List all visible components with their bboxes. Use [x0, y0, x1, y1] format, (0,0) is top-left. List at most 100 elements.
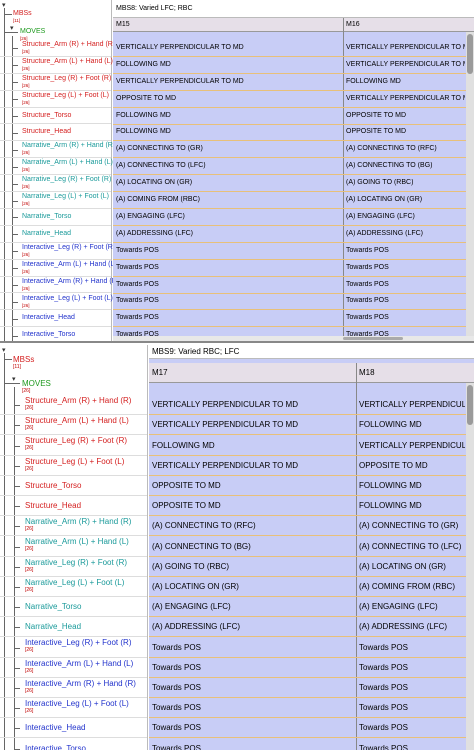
annotation-cell[interactable]: (A) CONNECTING TO (GR): [116, 145, 341, 152]
annotation-cell[interactable]: VERTICALLY PERPENDICULAR TO MD: [346, 44, 465, 51]
root-tier-label[interactable]: MBSs: [13, 10, 32, 17]
annotation-cell[interactable]: (A) GOING TO (RBC): [152, 562, 354, 571]
annotation-cell[interactable]: Towards POS: [359, 643, 465, 652]
annotation-cell[interactable]: (A) ENGAGING (LFC): [359, 602, 465, 611]
tier-label[interactable]: Narrative_Arm (L) + Hand (L): [22, 159, 113, 166]
annotation-cell[interactable]: FOLLOWING MD: [359, 481, 465, 490]
annotation-cell[interactable]: OPPOSITE TO MD: [152, 501, 354, 510]
annotation-cell[interactable]: Towards POS: [346, 264, 465, 271]
segment-label[interactable]: M17: [152, 368, 168, 377]
segment-label[interactable]: M18: [359, 368, 375, 377]
tier-label[interactable]: Narrative_Leg (L) + Foot (L): [25, 578, 124, 587]
annotation-cell[interactable]: (A) LOCATING ON (GR): [152, 582, 354, 591]
segment-ruler[interactable]: M17 M18: [149, 363, 474, 383]
annotation-cell[interactable]: Towards POS: [152, 663, 354, 672]
tier-label[interactable]: Interactive_Leg (R) + Foot (R): [25, 638, 131, 647]
annotation-cell[interactable]: (A) ADDRESSING (LFC): [152, 622, 354, 631]
annotation-cell[interactable]: Towards POS: [116, 281, 341, 288]
annotation-cell[interactable]: FOLLOWING MD: [152, 441, 354, 450]
tier-label[interactable]: Structure_Arm (R) + Hand (R): [22, 41, 115, 48]
collapse-icon[interactable]: ▾: [12, 376, 16, 383]
annotation-cell[interactable]: Towards POS: [152, 643, 354, 652]
annotation-cell[interactable]: OPPOSITE TO MD: [152, 481, 354, 490]
annotation-cell[interactable]: Towards POS: [346, 281, 465, 288]
annotation-cell[interactable]: VERTICALLY PERPENDICULAR TO MD: [116, 78, 341, 85]
annotation-grid[interactable]: MBS8: Varied LFC; RBC M15 M16 VERTICALLY PE…: [113, 0, 474, 341]
annotation-cell[interactable]: Towards POS: [346, 314, 465, 321]
annotation-cell[interactable]: (A) GOING TO (RBC): [346, 179, 465, 186]
annotation-cell[interactable]: VERTICALLY PERPENDICULAR TO MD: [116, 44, 341, 51]
annotation-cell[interactable]: OPPOSITE TO MD: [346, 128, 465, 135]
annotation-cell[interactable]: (A) CONNECTING TO (LFC): [359, 542, 465, 551]
tier-label[interactable]: Structure_Leg (L) + Foot (L): [22, 92, 109, 99]
tier-label[interactable]: Structure_Torso: [22, 112, 71, 119]
tier-label[interactable]: Structure_Arm (R) + Hand (R): [25, 396, 131, 405]
tier-label[interactable]: Narrative_Leg (R) + Foot (R): [25, 558, 127, 567]
scrollbar-thumb[interactable]: [467, 34, 473, 74]
tier-label[interactable]: Interactive_Torso: [25, 744, 86, 750]
annotation-cell[interactable]: Towards POS: [152, 703, 354, 712]
annotation-cell[interactable]: (A) ENGAGING (LFC): [346, 213, 465, 220]
annotation-cell[interactable]: FOLLOWING MD: [116, 61, 341, 68]
annotation-cell[interactable]: Towards POS: [359, 703, 465, 712]
tier-label[interactable]: Narrative_Leg (L) + Foot (L): [22, 193, 109, 200]
tier-label[interactable]: Narrative_Leg (R) + Foot (R): [22, 176, 111, 183]
tier-label[interactable]: Narrative_Arm (R) + Hand (R): [25, 517, 131, 526]
annotation-cell[interactable]: Towards POS: [359, 744, 465, 750]
annotation-cell[interactable]: VERTICALLY PERPENDICULAR TO MD: [346, 61, 465, 68]
annotation-cell[interactable]: OPPOSITE TO MD: [359, 461, 465, 470]
horizontal-scrollbar[interactable]: [113, 336, 474, 341]
annotation-cell[interactable]: FOLLOWING MD: [116, 128, 341, 135]
annotation-cell[interactable]: (A) ADDRESSING (LFC): [359, 622, 465, 631]
annotation-cell[interactable]: VERTICALLY PERPENDICULAR TO MD: [152, 420, 354, 429]
annotation-cell[interactable]: Towards POS: [359, 683, 465, 692]
annotation-cell[interactable]: (A) CONNECTING TO (BG): [346, 162, 465, 169]
annotation-cell[interactable]: Towards POS: [116, 264, 341, 271]
annotation-cell[interactable]: (A) ENGAGING (LFC): [116, 213, 341, 220]
scrollbar-thumb[interactable]: [467, 385, 473, 425]
annotation-cell[interactable]: Towards POS: [346, 297, 465, 304]
tier-label[interactable]: Narrative_Torso: [22, 213, 71, 220]
tier-label[interactable]: Interactive_Leg (R) + Foot (R): [22, 244, 115, 251]
annotation-cell[interactable]: Towards POS: [116, 314, 341, 321]
vertical-scrollbar[interactable]: [466, 383, 474, 750]
tier-label[interactable]: Narrative_Arm (L) + Hand (L): [25, 537, 129, 546]
annotation-cell[interactable]: FOLLOWING MD: [116, 112, 341, 119]
annotation-cell[interactable]: (A) ADDRESSING (LFC): [116, 230, 341, 237]
tier-label[interactable]: Structure_Arm (L) + Hand (L): [22, 58, 113, 65]
annotation-cell[interactable]: VERTICALLY PERPENDICULAR TO MD: [152, 400, 354, 409]
tier-label[interactable]: Interactive_Torso: [22, 331, 75, 338]
annotation-cell[interactable]: VERTICALLY PERPENDICULAR TO MD: [359, 400, 465, 409]
tier-label[interactable]: Interactive_Head: [25, 723, 85, 732]
tier-label[interactable]: Narrative_Head: [22, 230, 71, 237]
vertical-scrollbar[interactable]: [466, 32, 474, 341]
tier-label[interactable]: Interactive_Leg (L) + Foot (L): [22, 295, 113, 302]
annotation-cell[interactable]: (A) CONNECTING TO (RFC): [152, 521, 354, 530]
tier-label[interactable]: Narrative_Torso: [25, 602, 81, 611]
annotation-cell[interactable]: Towards POS: [359, 723, 465, 732]
segment-ruler[interactable]: M15 M16: [113, 18, 474, 32]
tier-label[interactable]: Interactive_Arm (R) + Hand (R): [25, 679, 136, 688]
tier-label[interactable]: Narrative_Arm (R) + Hand (R): [22, 142, 115, 149]
annotation-cell[interactable]: Towards POS: [116, 247, 341, 254]
annotation-cell[interactable]: (A) COMING FROM (RBC): [359, 582, 465, 591]
annotation-cell[interactable]: FOLLOWING MD: [359, 420, 465, 429]
tier-label[interactable]: Interactive_Arm (L) + Hand (L): [22, 261, 117, 268]
annotation-cell[interactable]: (A) CONNECTING TO (BG): [152, 542, 354, 551]
tier-label[interactable]: Structure_Leg (R) + Foot (R): [25, 436, 127, 445]
annotation-cell[interactable]: (A) CONNECTING TO (RFC): [346, 145, 465, 152]
annotation-cell[interactable]: (A) LOCATING ON (GR): [359, 562, 465, 571]
tier-label[interactable]: Structure_Torso: [25, 481, 81, 490]
annotation-cell[interactable]: Towards POS: [152, 723, 354, 732]
annotation-cell[interactable]: (A) CONNECTING TO (GR): [359, 521, 465, 530]
segment-label[interactable]: M15: [116, 21, 130, 28]
annotation-cell[interactable]: (A) LOCATING ON (GR): [116, 179, 341, 186]
annotation-cell[interactable]: Towards POS: [116, 297, 341, 304]
annotation-cell[interactable]: Towards POS: [359, 663, 465, 672]
annotation-cell[interactable]: FOLLOWING MD: [346, 78, 465, 85]
tier-label[interactable]: Interactive_Leg (L) + Foot (L): [25, 699, 129, 708]
segment-label[interactable]: M16: [346, 21, 360, 28]
collapse-icon[interactable]: ▾: [10, 25, 14, 32]
moves-tier-label[interactable]: MOVES: [22, 379, 51, 388]
annotation-grid[interactable]: MBS9: Varied RBC; LFC M17 M18 VERTICALLY PE…: [149, 345, 474, 750]
